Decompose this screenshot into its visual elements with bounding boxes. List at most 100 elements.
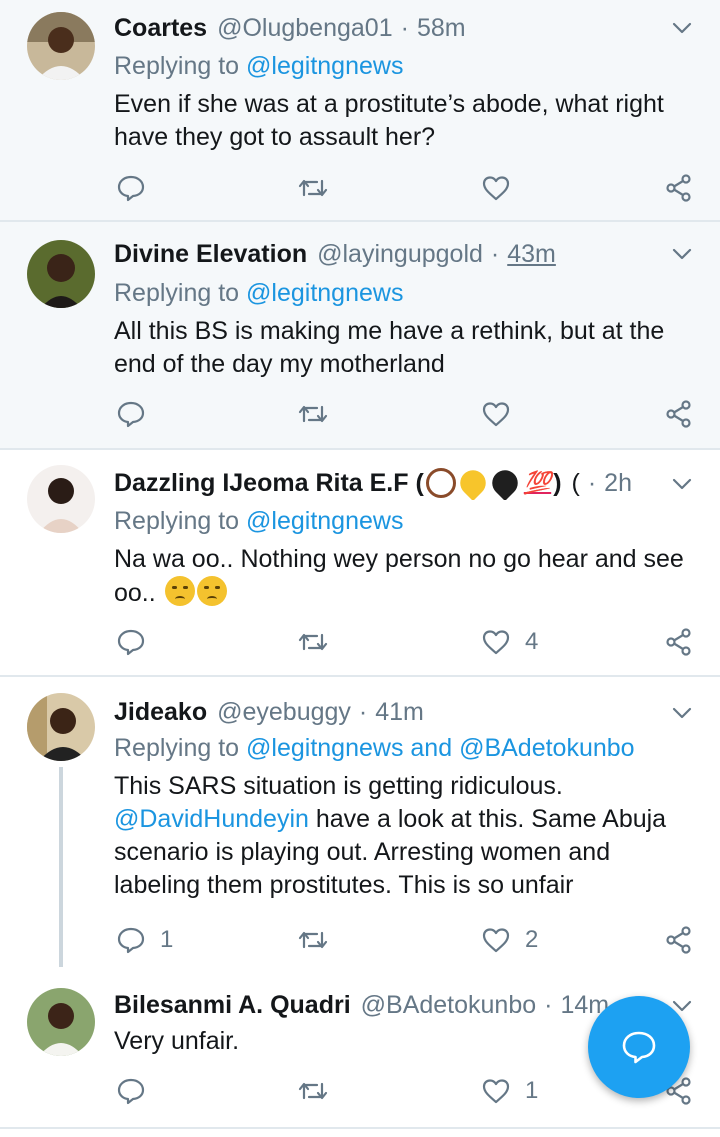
timestamp[interactable]: 2h xyxy=(604,469,632,498)
replying-to: Replying to @legitngnews xyxy=(114,279,403,308)
like-button[interactable]: 2 xyxy=(481,920,538,960)
user-handle[interactable]: @BAdetokunbo xyxy=(361,991,537,1020)
share-button[interactable] xyxy=(664,920,694,960)
reply-icon xyxy=(117,175,145,202)
retweet-button[interactable] xyxy=(298,920,328,960)
display-name[interactable]: Coartes xyxy=(114,14,207,43)
like-button[interactable]: 4 xyxy=(481,622,538,662)
mention-link-inline[interactable]: @DavidHundeyin xyxy=(114,805,309,833)
like-count: 1 xyxy=(525,1077,539,1104)
like-button[interactable] xyxy=(481,394,525,434)
tweet-header: Bilesanmi A. Quadri @BAdetokunbo · 14m xyxy=(114,988,650,1022)
display-name[interactable]: Dazzling IJeoma Rita E.F ( xyxy=(114,469,424,498)
reply-count: 1 xyxy=(160,926,174,953)
tweet-2[interactable]: Divine Elevation @layingupgold · 43m Rep… xyxy=(0,222,720,448)
mention-link[interactable]: @legitngnews xyxy=(246,507,403,535)
reply-button[interactable] xyxy=(116,394,160,434)
name-emojis: 💯 xyxy=(425,466,553,500)
retweet-button[interactable] xyxy=(298,394,328,434)
compose-reply-icon xyxy=(622,1031,656,1064)
chevron-down-icon[interactable] xyxy=(670,701,694,725)
replying-to: Replying to @legitngnews xyxy=(114,507,403,536)
display-name[interactable]: Bilesanmi A. Quadri xyxy=(114,991,351,1020)
display-name[interactable]: Divine Elevation xyxy=(114,240,307,269)
tweet-text: Na wa oo.. Nothing wey person no go hear… xyxy=(114,543,699,610)
replying-and: and xyxy=(410,734,453,762)
like-count: 2 xyxy=(525,926,539,953)
mention-link[interactable]: @legitngnews xyxy=(246,734,403,762)
retweet-button[interactable] xyxy=(298,1071,328,1111)
replying-prefix: Replying to xyxy=(114,734,240,762)
tweet-header: Dazzling IJeoma Rita E.F ( 💯 ) ( · 2h xyxy=(114,466,650,500)
chevron-down-icon[interactable] xyxy=(670,16,694,40)
avatar[interactable] xyxy=(27,240,95,308)
retweet-button[interactable] xyxy=(298,622,328,662)
tweet-4[interactable]: Jideako @eyebuggy · 41m Replying to @leg… xyxy=(0,677,720,977)
display-name[interactable]: Jideako xyxy=(114,698,207,727)
tweet-text-line1: This SARS situation is getting ridiculou… xyxy=(114,772,563,800)
share-icon xyxy=(666,174,691,202)
share-icon xyxy=(666,628,691,656)
like-icon xyxy=(482,928,510,953)
separator: · xyxy=(544,990,553,1019)
mention-link[interactable]: @legitngnews xyxy=(246,279,403,307)
chevron-down-icon[interactable] xyxy=(670,472,694,496)
yellow-heart-icon xyxy=(454,466,491,500)
avatar[interactable] xyxy=(27,12,95,80)
retweet-icon xyxy=(298,405,328,423)
retweet-icon xyxy=(298,931,328,949)
separator: · xyxy=(490,239,500,268)
like-icon xyxy=(482,1079,510,1104)
replying-prefix: Replying to xyxy=(114,507,240,535)
replying-prefix: Replying to xyxy=(114,279,240,307)
like-icon xyxy=(482,630,510,655)
reply-button[interactable]: 1 xyxy=(116,920,173,960)
user-handle[interactable]: @Olugbenga01 xyxy=(217,14,393,43)
mention-link-2[interactable]: @BAdetokunbo xyxy=(459,734,635,762)
retweet-button[interactable] xyxy=(298,168,328,208)
retweet-icon xyxy=(298,179,328,197)
like-count: 4 xyxy=(525,628,539,655)
tweet-3[interactable]: Dazzling IJeoma Rita E.F ( 💯 ) ( · 2h Re… xyxy=(0,450,720,675)
like-icon xyxy=(482,176,510,201)
retweet-icon xyxy=(298,633,328,651)
like-button[interactable]: 1 xyxy=(481,1071,538,1111)
mention-link[interactable]: @legitngnews xyxy=(246,52,403,80)
reply-button[interactable] xyxy=(116,168,160,208)
crying-face-emoji xyxy=(164,576,195,606)
separator: · xyxy=(587,468,597,497)
reply-icon xyxy=(117,1078,145,1105)
avatar[interactable] xyxy=(27,988,95,1056)
tweet-actions xyxy=(0,168,720,208)
timestamp[interactable]: 43m xyxy=(507,240,556,269)
reply-button[interactable] xyxy=(116,622,160,662)
chevron-down-icon[interactable] xyxy=(670,242,694,266)
share-button[interactable] xyxy=(664,168,694,208)
replying-to: Replying to @legitngnews and @BAdetokunb… xyxy=(114,734,635,763)
user-handle[interactable]: ( xyxy=(572,469,580,498)
compose-reply-button[interactable] xyxy=(588,996,690,1098)
share-button[interactable] xyxy=(664,394,694,434)
reply-icon xyxy=(117,927,145,954)
coffee-emoji-icon xyxy=(425,468,456,498)
separator: · xyxy=(400,13,409,42)
divider xyxy=(0,1127,720,1129)
avatar[interactable] xyxy=(27,693,95,761)
reply-icon xyxy=(117,401,145,428)
reply-icon xyxy=(117,629,145,656)
timestamp[interactable]: 41m xyxy=(375,698,424,727)
tweet-1[interactable]: Coartes @Olugbenga01 · 58m Replying to @… xyxy=(0,0,720,220)
like-button[interactable] xyxy=(481,168,525,208)
share-icon xyxy=(666,400,691,428)
tweet-text: This SARS situation is getting ridiculou… xyxy=(114,770,699,902)
user-handle[interactable]: @layingupgold xyxy=(317,240,483,269)
crying-face-emoji xyxy=(196,576,227,606)
user-handle[interactable]: @eyebuggy xyxy=(217,698,351,727)
like-icon xyxy=(482,402,510,427)
avatar[interactable] xyxy=(27,465,95,533)
reply-button[interactable] xyxy=(116,1071,160,1111)
tweet-actions: 1 2 xyxy=(0,920,720,960)
timestamp[interactable]: 58m xyxy=(417,14,466,43)
share-button[interactable] xyxy=(664,622,694,662)
tweet-actions xyxy=(0,394,720,434)
